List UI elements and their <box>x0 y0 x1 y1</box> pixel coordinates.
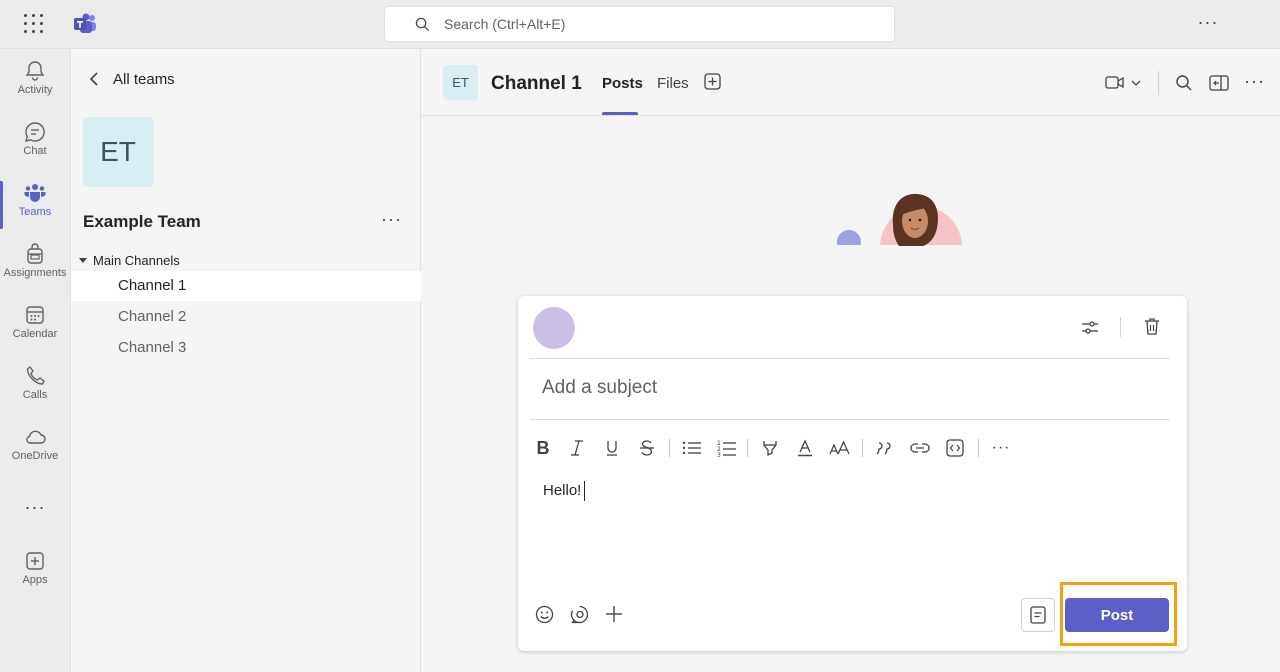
rail-item-assignments[interactable]: Assignments <box>0 242 70 300</box>
channel-more-options-button[interactable]: ··· <box>1244 71 1265 92</box>
message-body[interactable]: Hello! <box>543 481 586 501</box>
channel-title: Channel 1 <box>491 73 582 94</box>
emoji-icon[interactable] <box>535 605 554 624</box>
settings-more-button[interactable]: ··· <box>1196 12 1220 36</box>
team-more-options-button[interactable]: ··· <box>381 209 402 230</box>
caret-down-icon <box>79 258 87 263</box>
chevron-left-icon <box>89 72 98 86</box>
cloud-icon <box>26 430 46 444</box>
subject-input[interactable] <box>542 377 1142 399</box>
channel-avatar: ET <box>443 65 478 100</box>
channel-item-3[interactable]: Channel 3 <box>71 333 421 363</box>
rail-label: Activity <box>17 84 53 96</box>
rail-more-apps-button[interactable]: ··· <box>0 497 70 521</box>
rail-item-chat[interactable]: Chat <box>0 120 70 178</box>
welcome-illustration <box>821 193 971 247</box>
underline-icon[interactable] <box>604 437 620 459</box>
format-icon <box>1030 606 1046 624</box>
video-meet-icon[interactable] <box>1105 74 1145 92</box>
search-input[interactable] <box>444 16 844 32</box>
teams-logo-icon <box>74 13 96 33</box>
bullet-list-icon[interactable] <box>682 437 702 459</box>
backpack-icon <box>27 243 43 264</box>
rail-item-apps[interactable]: Apps <box>0 549 70 607</box>
user-avatar <box>533 307 575 349</box>
compose-divider <box>530 419 1170 420</box>
toolbar-separator <box>747 439 748 457</box>
teams-icon <box>24 184 46 202</box>
add-attachment-icon[interactable] <box>605 605 623 623</box>
message-text: Hello! <box>543 481 582 499</box>
rail-item-onedrive[interactable]: OneDrive <box>0 425 70 483</box>
search-icon[interactable] <box>1175 74 1193 92</box>
tab-files[interactable]: Files <box>657 75 689 92</box>
more-formatting-button[interactable]: ··· <box>990 437 1012 459</box>
app-rail: Activity Chat Teams Assignments Calendar… <box>0 49 71 672</box>
top-bar: ··· <box>0 0 1280 49</box>
all-teams-label: All teams <box>113 70 175 88</box>
toolbar-divider <box>1120 317 1121 337</box>
trash-icon[interactable] <box>1143 316 1161 336</box>
italic-icon[interactable] <box>569 437 585 459</box>
calendar-icon <box>26 306 44 324</box>
add-tab-icon[interactable] <box>704 73 721 90</box>
plus-box-icon <box>26 552 44 570</box>
team-avatar: ET <box>83 117 153 187</box>
loop-component-icon[interactable] <box>570 605 589 624</box>
rail-label: Teams <box>18 206 52 218</box>
svg-text:3: 3 <box>717 452 721 457</box>
post-options-icon[interactable] <box>1080 317 1100 337</box>
main-channels-header[interactable]: Main Channels <box>79 253 180 268</box>
link-icon[interactable] <box>910 437 930 459</box>
illustration-mask <box>821 246 971 256</box>
channel-item-2[interactable]: Channel 2 <box>71 302 421 332</box>
rail-label: Calls <box>22 389 48 401</box>
rail-item-activity[interactable]: Activity <box>0 59 70 117</box>
rail-label: Apps <box>22 574 48 586</box>
compose-divider <box>530 358 1170 359</box>
numbered-list-icon[interactable]: 123 <box>717 437 737 459</box>
team-name: Example Team <box>83 212 201 231</box>
format-toggle-button[interactable] <box>1021 598 1055 632</box>
chat-icon <box>25 122 45 142</box>
app-launcher-icon[interactable] <box>24 14 44 34</box>
header-divider <box>1158 71 1159 95</box>
rail-label: OneDrive <box>11 450 59 462</box>
open-panel-icon[interactable] <box>1209 74 1229 92</box>
search-icon <box>415 17 430 31</box>
font-size-icon[interactable] <box>829 437 851 459</box>
toolbar-separator <box>862 439 863 457</box>
channel-header: ET Channel 1 Posts Files ··· <box>421 49 1280 116</box>
all-teams-link[interactable]: All teams <box>89 69 175 89</box>
team-pane: All teams ET Example Team ··· Main Chann… <box>71 49 421 672</box>
strikethrough-icon[interactable] <box>639 437 655 459</box>
channel-item-1[interactable]: Channel 1 <box>71 271 421 301</box>
code-snippet-icon[interactable] <box>946 437 964 459</box>
section-label: Main Channels <box>93 253 180 268</box>
rail-item-calls[interactable]: Calls <box>0 364 70 422</box>
active-tab-indicator <box>602 112 638 115</box>
toolbar-separator <box>978 439 979 457</box>
bell-icon <box>25 61 45 81</box>
compose-box: B 123 ··· Hello! Post <box>518 296 1187 651</box>
toolbar-separator <box>669 439 670 457</box>
rail-item-calendar[interactable]: Calendar <box>0 303 70 361</box>
highlight-icon[interactable] <box>761 437 779 459</box>
bold-icon[interactable]: B <box>535 437 551 459</box>
tab-posts[interactable]: Posts <box>602 75 643 92</box>
rail-item-teams[interactable]: Teams <box>0 181 70 239</box>
search-box[interactable] <box>384 6 895 42</box>
phone-icon <box>26 366 45 385</box>
rail-label: Calendar <box>12 328 58 340</box>
quote-icon[interactable] <box>876 437 894 459</box>
post-button[interactable]: Post <box>1065 598 1169 632</box>
font-color-icon[interactable] <box>796 437 814 459</box>
rail-label: Chat <box>23 145 47 157</box>
rail-label: Assignments <box>3 267 67 279</box>
text-caret <box>584 481 586 501</box>
